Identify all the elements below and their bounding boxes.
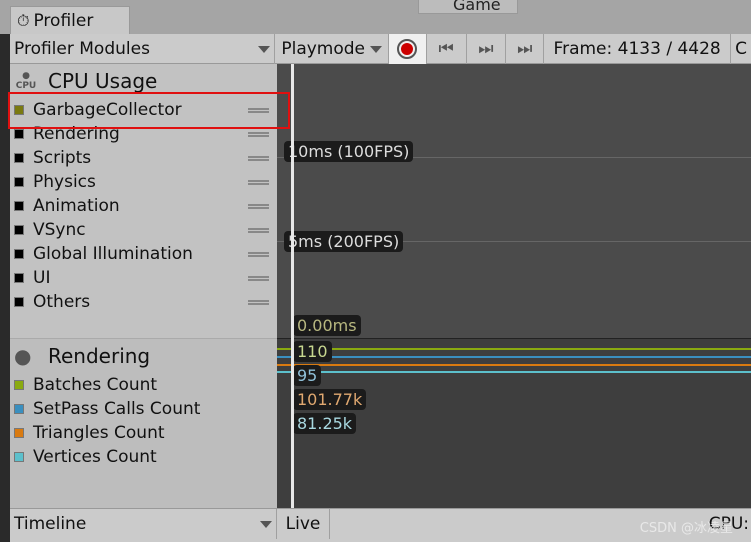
legend-item[interactable]: Scripts xyxy=(10,146,277,170)
frame-counter: Frame: 4133 / 4428 xyxy=(544,34,732,64)
current-frame-button[interactable]: ⏭ xyxy=(506,34,545,64)
legend-label: Others xyxy=(33,292,91,312)
live-label: Live xyxy=(285,514,321,534)
step-back-icon: ⏮ xyxy=(438,39,454,59)
color-swatch[interactable] xyxy=(14,273,24,283)
clear-button[interactable]: C xyxy=(731,34,751,64)
tab-profiler[interactable]: ⏱ Profiler xyxy=(10,6,130,34)
playmode-label: Playmode xyxy=(281,39,366,59)
cpu-usage-chart[interactable]: 10ms (100FPS) 5ms (200FPS) 0.00ms xyxy=(277,64,751,338)
watermark: CSDN @冰凌星 xyxy=(639,521,733,536)
color-swatch[interactable] xyxy=(14,404,24,414)
vertices-line xyxy=(277,371,751,373)
batches-line xyxy=(277,348,751,350)
color-swatch[interactable] xyxy=(14,249,24,259)
module-title: CPU Usage xyxy=(48,69,158,93)
drag-handle-icon[interactable] xyxy=(248,252,269,257)
profiler-modules-dropdown[interactable]: Profiler Modules xyxy=(10,34,276,64)
bottom-toolbar: Timeline Live CPU: CSDN @冰凌星 xyxy=(10,508,751,542)
legend-item[interactable]: Batches Count xyxy=(10,373,277,397)
grid-label: 10ms (100FPS) xyxy=(284,141,414,162)
color-swatch[interactable] xyxy=(14,153,24,163)
modules-label: Profiler Modules xyxy=(14,39,150,59)
legend-item[interactable]: Physics xyxy=(10,170,277,194)
tab-title: Profiler xyxy=(33,10,94,31)
legend-label: Batches Count xyxy=(33,375,158,395)
drag-handle-icon[interactable] xyxy=(248,180,269,185)
cpu-icon: ● CPU xyxy=(15,71,37,91)
rendering-icon: ● xyxy=(14,344,32,368)
view-dropdown[interactable]: Timeline xyxy=(10,509,277,539)
drag-handle-icon[interactable] xyxy=(248,300,269,305)
rendering-module-header[interactable]: ● Rendering xyxy=(10,339,277,373)
fast-forward-icon: ⏭ xyxy=(517,39,533,59)
color-swatch[interactable] xyxy=(14,380,24,390)
drag-handle-icon[interactable] xyxy=(248,132,269,137)
toolbar: Profiler Modules Playmode ⏮ ⏭ ⏭ Frame: 4… xyxy=(10,34,751,64)
grid-label: 5ms (200FPS) xyxy=(284,231,404,252)
vertices-value: 81.25k xyxy=(293,413,357,434)
setpass-line xyxy=(277,356,751,358)
color-swatch[interactable] xyxy=(14,297,24,307)
legend-label: VSync xyxy=(33,220,86,240)
record-icon xyxy=(397,39,418,59)
drag-handle-icon[interactable] xyxy=(248,204,269,209)
frame-cursor[interactable] xyxy=(291,64,294,508)
legend-label: SetPass Calls Count xyxy=(33,399,201,419)
legend-item[interactable]: VSync xyxy=(10,218,277,242)
legend-label: UI xyxy=(33,268,51,288)
triangles-value: 101.77k xyxy=(293,389,367,410)
stopwatch-icon: ⏱ xyxy=(17,10,30,30)
color-swatch[interactable] xyxy=(14,177,24,187)
legend-label: Vertices Count xyxy=(33,447,157,467)
next-frame-button[interactable]: ⏭ xyxy=(467,34,507,64)
color-swatch[interactable] xyxy=(14,452,24,462)
drag-handle-icon[interactable] xyxy=(248,156,269,161)
legend-item[interactable]: Others xyxy=(10,290,277,314)
frame-label: Frame: 4133 / 4428 xyxy=(553,39,721,59)
rendering-chart[interactable]: 110 95 101.77k 81.25k xyxy=(277,338,751,508)
triangles-line xyxy=(277,364,751,366)
module-title: Rendering xyxy=(48,344,151,368)
record-button[interactable] xyxy=(388,34,427,64)
drag-handle-icon[interactable] xyxy=(248,276,269,281)
clear-label: C xyxy=(735,39,747,59)
rendering-module-panel[interactable]: ● Rendering Batches Count SetPass Calls C… xyxy=(10,338,277,508)
color-swatch[interactable] xyxy=(14,225,24,235)
chevron-down-icon xyxy=(370,45,383,53)
tab-game[interactable]: Game xyxy=(418,0,518,14)
legend-label: Physics xyxy=(33,172,96,192)
legend-item[interactable]: UI xyxy=(10,266,277,290)
previous-frame-button[interactable]: ⏮ xyxy=(427,34,467,64)
view-label: Timeline xyxy=(14,514,87,534)
batches-value: 110 xyxy=(293,341,332,362)
chevron-down-icon xyxy=(260,520,272,528)
legend-item[interactable]: SetPass Calls Count xyxy=(10,397,277,421)
step-forward-icon: ⏭ xyxy=(478,39,494,59)
drag-handle-icon[interactable] xyxy=(248,228,269,233)
legend-label: Triangles Count xyxy=(33,423,165,443)
legend-label: Scripts xyxy=(33,148,92,168)
color-swatch[interactable] xyxy=(14,428,24,438)
legend-label: Global Illumination xyxy=(33,244,193,264)
live-button[interactable]: Live xyxy=(277,509,330,539)
selected-value-label: 0.00ms xyxy=(293,315,361,336)
legend-label: Animation xyxy=(33,196,120,216)
highlight-box xyxy=(8,92,290,129)
legend-item[interactable]: Global Illumination xyxy=(10,242,277,266)
setpass-value: 95 xyxy=(293,365,322,386)
legend-item[interactable]: Animation xyxy=(10,194,277,218)
color-swatch[interactable] xyxy=(14,129,24,139)
bottom-info: CPU: CSDN @冰凌星 xyxy=(330,509,751,542)
chevron-down-icon xyxy=(258,45,271,53)
legend-item[interactable]: Vertices Count xyxy=(10,445,277,469)
legend-item[interactable]: Triangles Count xyxy=(10,421,277,445)
playmode-dropdown[interactable]: Playmode xyxy=(275,34,389,64)
color-swatch[interactable] xyxy=(14,201,24,211)
